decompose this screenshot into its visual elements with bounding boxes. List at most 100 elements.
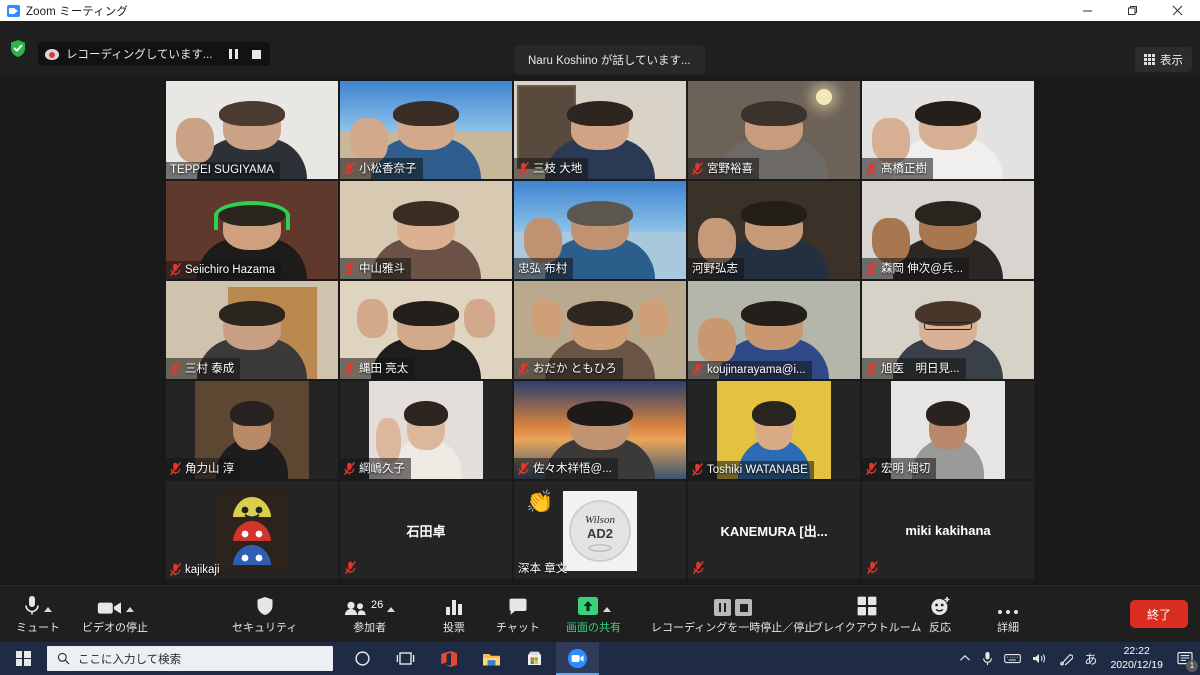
participant-tile[interactable]: 縄田 亮太 [339,280,513,380]
participant-tile[interactable]: Seiichiro Hazama [165,180,339,280]
video-camera-icon [97,594,122,616]
recording-pause-icon[interactable] [714,599,732,616]
volume-tray-icon[interactable] [1032,652,1048,665]
participant-tile[interactable]: 宮野裕喜 [687,80,861,180]
mute-status-icon [693,560,704,575]
recording-indicator[interactable]: レコーディングしています... [38,42,271,66]
security-shield-icon[interactable] [9,39,27,58]
toolbar-item-label: 詳細 [997,622,1019,634]
participant-nameplate: 小松香奈子 [340,158,423,179]
toolbar-reactions-smiley[interactable]: 反応 [912,586,968,643]
participant-tile[interactable]: 中山雅斗 [339,180,513,280]
chevron-up-icon[interactable] [44,607,52,612]
keyboard-tray-icon[interactable] [1004,653,1022,664]
office-icon[interactable] [427,642,470,675]
participant-nameplate: 縄田 亮太 [340,358,415,379]
file-explorer-icon[interactable] [470,642,513,675]
participant-nameplate: 深本 章文 [514,558,573,579]
toolbar-recording-pause-stop[interactable]: レコーディングを一時停止／停止 [645,586,821,643]
participant-tile[interactable]: TEPPEI SUGIYAMA [165,80,339,180]
participant-tile[interactable]: Toshiki WATANABE [687,380,861,480]
participant-tile[interactable]: 河野弘志 [687,180,861,280]
notification-icon[interactable]: 1 [1174,648,1198,672]
toolbar-item-label: 投票 [443,622,465,634]
participant-tile[interactable]: 森岡 伸次@兵... [861,180,1035,280]
participant-name: 綱嶋久子 [359,463,405,475]
recording-pause-stop-icon [714,594,753,616]
toolbar-chat-bubble[interactable]: チャット [490,586,546,643]
zoom-app-icon[interactable] [556,642,599,675]
ime-mode-icon[interactable]: あ [1084,649,1097,668]
microsoft-store-icon[interactable] [513,642,556,675]
participant-tile[interactable]: 忠弘 布村 [513,180,687,280]
stop-icon[interactable] [252,49,262,59]
toolbar-microphone[interactable]: ミュート [10,586,66,643]
chevron-up-icon[interactable] [125,607,134,612]
toolbar-video-camera[interactable]: ビデオの停止 [76,586,154,643]
cortana-circle-icon[interactable] [341,642,384,675]
participant-tile[interactable]: 角力山 淳 [165,380,339,480]
recording-stop-icon[interactable] [735,599,753,616]
close-button[interactable] [1155,0,1200,21]
more-ellipsis-icon [997,594,1019,616]
participant-nameplate: Toshiki WATANABE [688,461,814,479]
taskbar-search-input[interactable]: ここに入力して検索 [47,646,333,671]
chevron-up-icon[interactable] [602,607,611,612]
muted-microphone-icon [170,563,181,576]
windows-start-button[interactable] [0,642,46,675]
mute-status-icon [345,560,356,575]
muted-microphone-icon [518,161,529,175]
notification-count: 1 [1186,659,1198,672]
participant-tile[interactable]: 三村 泰成 [165,280,339,380]
toolbar-more-ellipsis[interactable]: 詳細 [980,586,1036,643]
participant-nameplate: kajikaji [166,561,226,579]
toolbar-poll-bars[interactable]: 投票 [426,586,482,643]
participant-tile[interactable]: 綱嶋久子 [339,380,513,480]
participant-tile[interactable]: Wilson AD2 👏 深本 章文 [513,480,687,580]
view-button[interactable]: 表示 [1135,47,1192,72]
muted-microphone-icon [170,361,181,375]
chevron-up-icon[interactable] [387,607,396,612]
participant-tile[interactable]: おだか ともひろ [513,280,687,380]
participant-tile[interactable]: 三枝 大地 [513,80,687,180]
participant-tile[interactable]: koujinarayama@i... [687,280,861,380]
muted-microphone-icon [345,560,356,575]
participant-tile[interactable]: kajikaji [165,480,339,580]
participant-name: 深本 章文 [518,563,568,575]
participant-tile[interactable]: 小松香奈子 [339,80,513,180]
search-icon [57,652,70,665]
muted-microphone-icon [170,461,181,475]
participant-tile[interactable]: 宏明 堀切 [861,380,1035,480]
participant-tile[interactable]: 佐々木祥悟@... [513,380,687,480]
participant-tile[interactable]: KANEMURA [出... [687,480,861,580]
participant-tile[interactable]: 髙橋正樹 [861,80,1035,180]
microphone-icon [24,594,40,616]
taskbar-clock[interactable]: 22:22 2020/12/19 [1110,645,1163,671]
muted-microphone-icon [866,261,877,275]
meeting-header-bar: レコーディングしています... Naru Koshino が話しています... … [0,21,1200,75]
restore-button[interactable] [1110,0,1155,21]
participant-name: miki kakihana [905,522,991,538]
task-view-icon[interactable] [384,642,427,675]
toolbar-participants[interactable]: 26 参加者 [338,586,401,643]
toolbar-item-label: ビデオの停止 [82,622,148,634]
bluetooth-clip-icon[interactable] [1059,652,1074,666]
taskbar-app-icons [341,642,599,675]
participant-nameplate: koujinarayama@i... [688,361,812,379]
participant-tile[interactable]: miki kakihana [861,480,1035,580]
toolbar-share-screen[interactable]: 画面の共有 [560,586,627,643]
zoom-video-icon [7,4,20,17]
chevron-up-icon[interactable] [959,654,971,663]
participant-name: おだか ともひろ [533,363,617,375]
end-meeting-button[interactable]: 終了 [1129,600,1188,628]
toolbar-shield[interactable]: セキュリティ [226,586,303,643]
pause-icon[interactable] [229,49,239,59]
participant-nameplate: 角力山 淳 [166,458,241,479]
microphone-tray-icon[interactable] [982,651,993,666]
toolbar-breakout-rooms[interactable]: ブレイクアウトルーム [806,586,927,643]
participant-tile[interactable]: 旭医 明日見... [861,280,1035,380]
active-speaker-banner: Naru Koshino が話しています... [514,45,705,74]
muted-microphone-icon [518,361,529,375]
participant-tile[interactable]: 石田卓 [339,480,513,580]
minimize-button[interactable] [1065,0,1110,21]
